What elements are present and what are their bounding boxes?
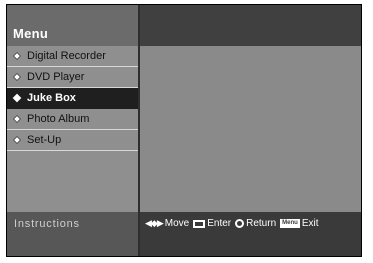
sidebar-item-label: Set-Up	[27, 134, 62, 146]
sidebar-item-juke-box[interactable]: Juke Box	[7, 88, 138, 109]
return-hint-label: Return	[246, 218, 277, 229]
diamond-bullet-icon	[12, 114, 22, 124]
sidebar: Digital Recorder DVD Player Juke Box Pho…	[7, 46, 140, 212]
diamond-bullet-icon	[12, 72, 22, 82]
enter-hint: Enter	[193, 218, 231, 229]
diamond-bullet-icon	[12, 93, 22, 103]
sidebar-item-label: Photo Album	[27, 113, 90, 125]
exit-hint: Menu Exit	[280, 218, 318, 229]
enter-hint-label: Enter	[207, 218, 232, 229]
move-hint-label: Move	[164, 218, 190, 229]
sidebar-item-label: DVD Player	[27, 71, 85, 83]
menu-key-icon: Menu	[280, 219, 300, 228]
menu-screen: Menu Digital Recorder DVD Player Juke Bo…	[6, 4, 362, 257]
sidebar-item-set-up[interactable]: Set-Up	[7, 130, 138, 151]
instructions-bar: Instructions ◀◆▶ Move Enter Return Menu …	[7, 212, 361, 256]
sidebar-item-label: Juke Box	[27, 92, 76, 104]
instructions-hints: ◀◆▶ Move Enter Return Menu Exit	[145, 218, 318, 229]
header-bar: Menu	[7, 5, 361, 46]
instructions-label-box: Instructions	[7, 212, 140, 256]
return-hint: Return	[235, 218, 276, 229]
enter-icon	[193, 219, 206, 228]
instructions-label: Instructions	[14, 218, 80, 230]
page-title: Menu	[13, 26, 49, 41]
sidebar-item-digital-recorder[interactable]: Digital Recorder	[7, 46, 138, 67]
sidebar-list: Digital Recorder DVD Player Juke Box Pho…	[7, 46, 138, 151]
diamond-bullet-icon	[12, 51, 22, 61]
sidebar-item-photo-album[interactable]: Photo Album	[7, 109, 138, 130]
sidebar-item-label: Digital Recorder	[27, 50, 106, 62]
diamond-bullet-icon	[12, 135, 22, 145]
content-area	[140, 46, 361, 212]
arrows-icon: ◀◆▶	[145, 218, 164, 228]
return-icon	[235, 219, 245, 228]
exit-hint-label: Exit	[301, 218, 319, 229]
sidebar-item-dvd-player[interactable]: DVD Player	[7, 67, 138, 88]
menu-title-box: Menu	[7, 5, 140, 46]
move-hint: ◀◆▶ Move	[145, 218, 189, 229]
